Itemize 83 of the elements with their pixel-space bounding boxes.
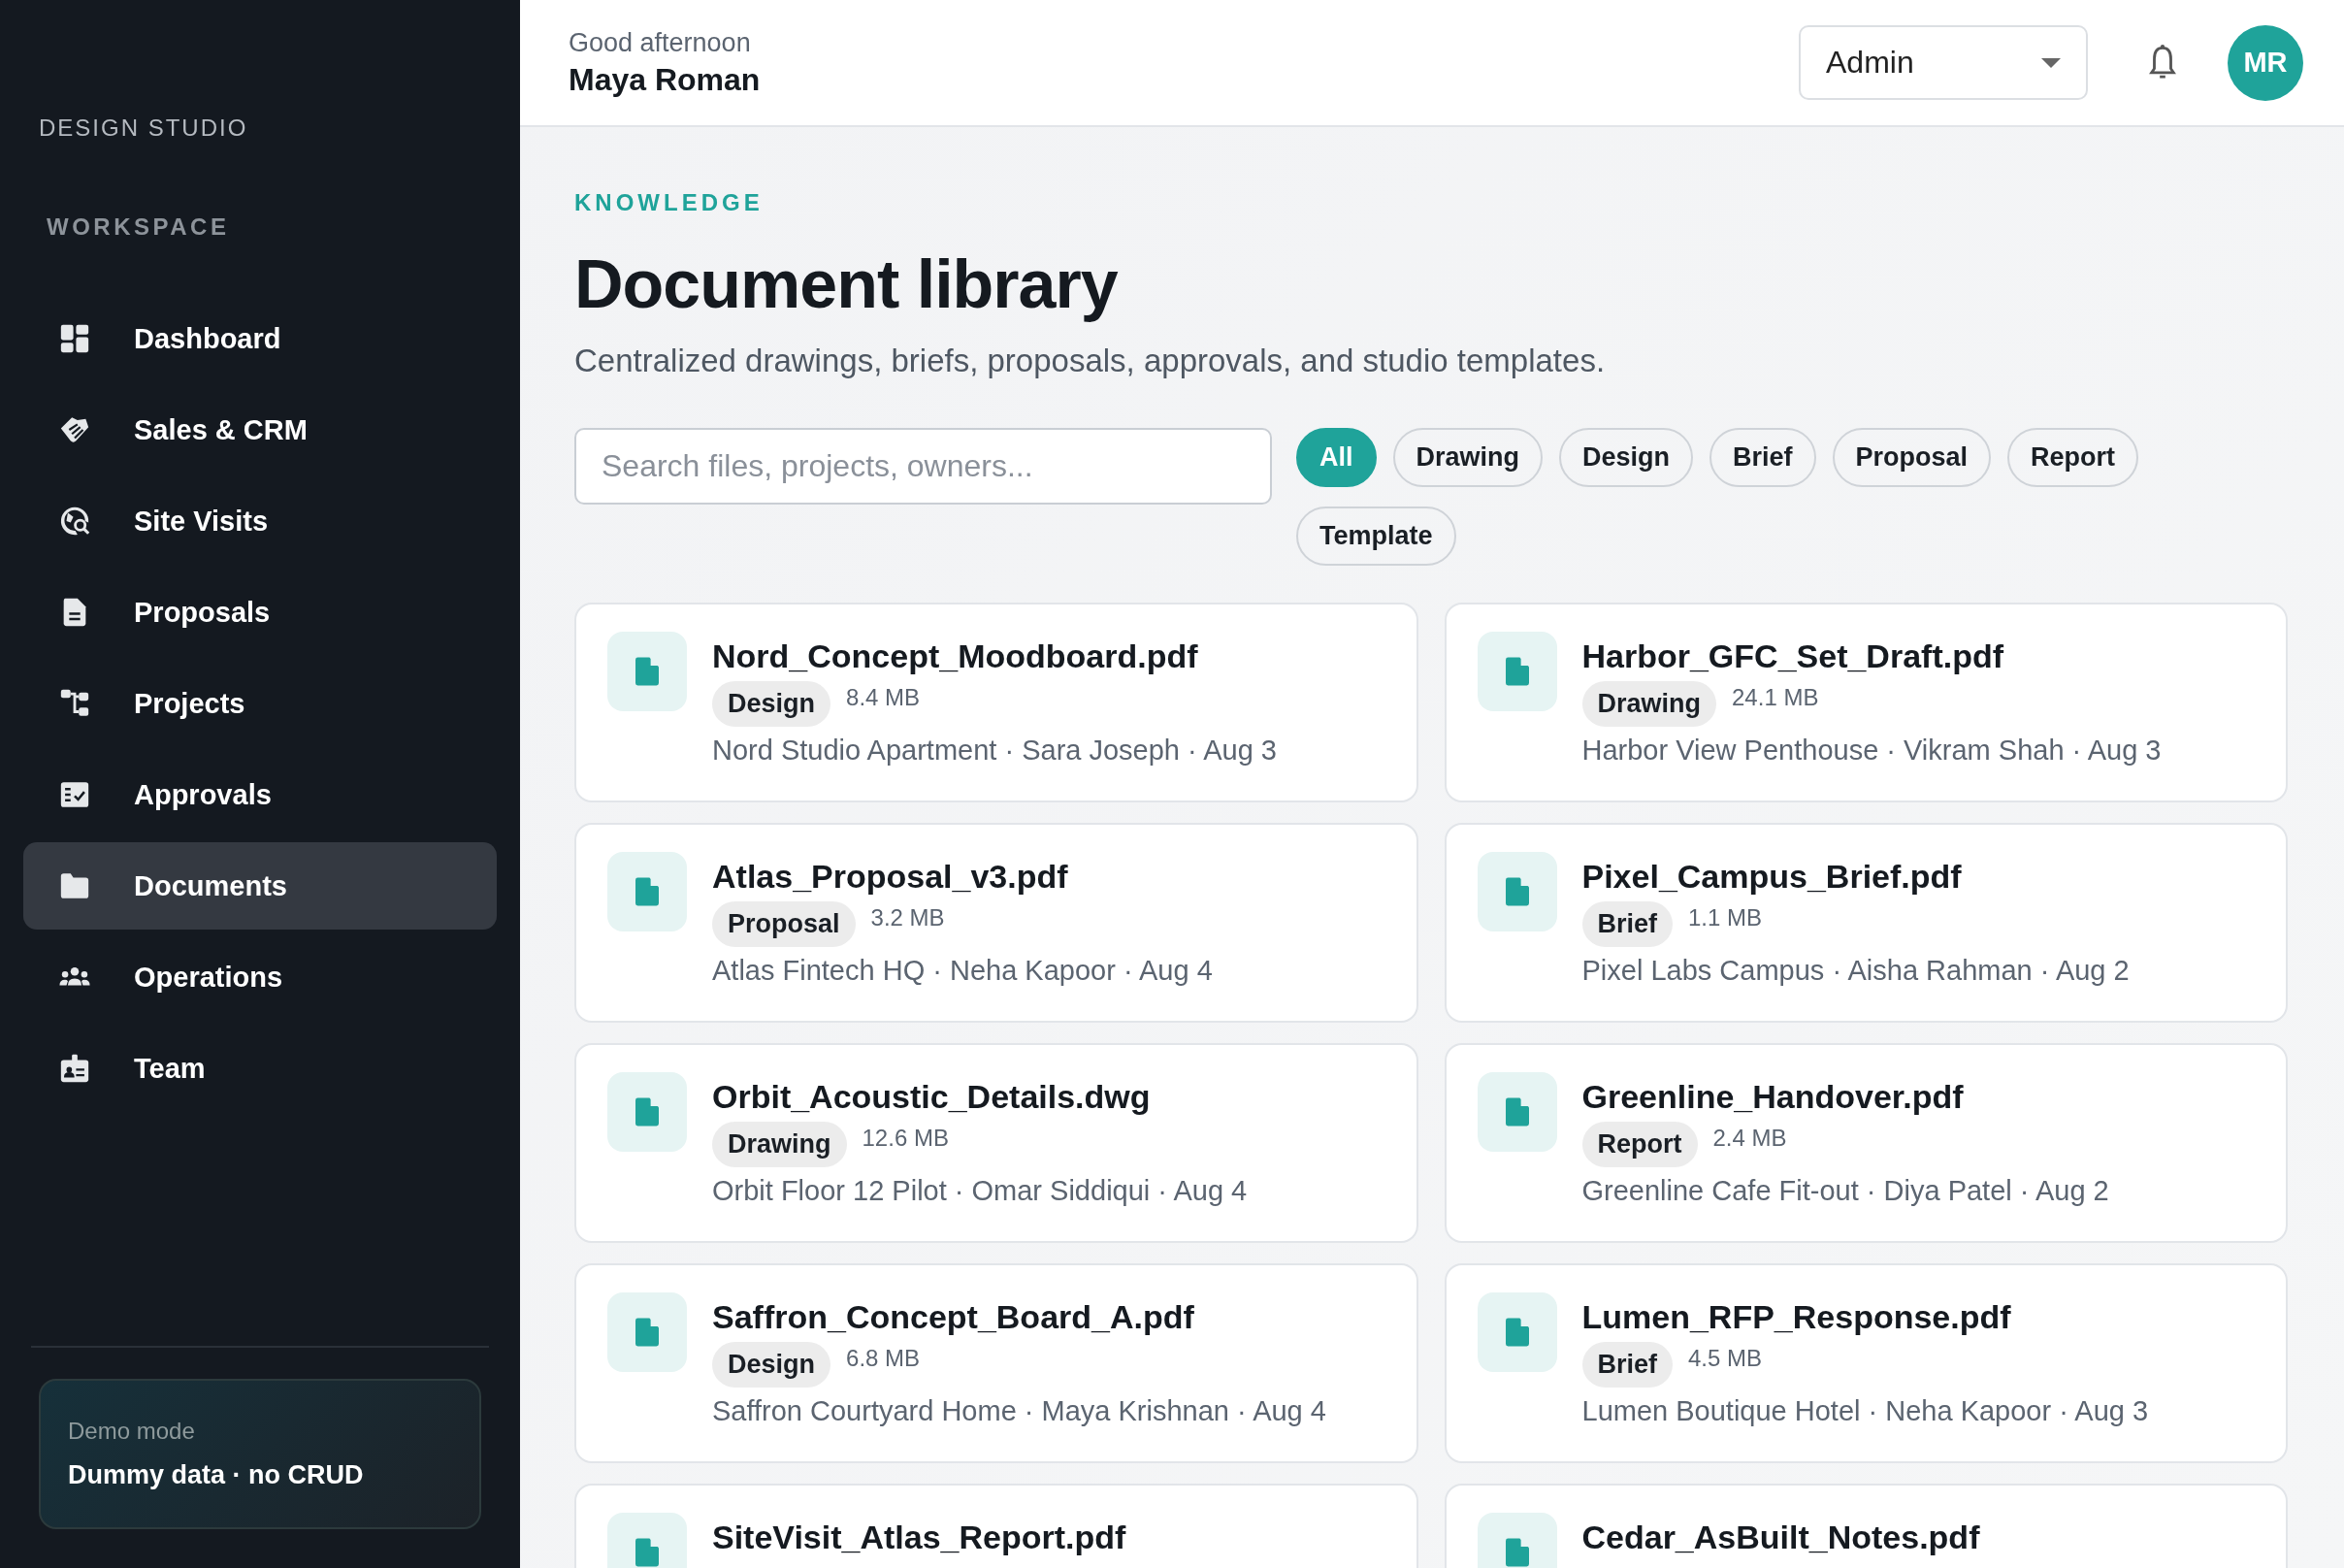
document-meta: Harbor View Penthouse · Vikram Shah · Aug 3 — [1581, 735, 2162, 767]
globe-search-icon — [58, 505, 91, 538]
nav-item[interactable]: Dashboard — [23, 295, 497, 382]
dashboard-icon — [58, 322, 91, 355]
file-size: 8.4 MB — [846, 683, 921, 711]
file-size: 1.1 MB — [1688, 903, 1763, 931]
file-size: 2.4 MB — [1712, 1124, 1787, 1152]
file-icon — [1477, 1513, 1557, 1568]
file-size: 3.2 MB — [870, 903, 945, 931]
document-card[interactable]: Saffron_Concept_Board_A.pdf Design 6.8 MB Saffron Courtyard Home · Maya Krishnan · Aug 4 — [574, 1263, 1418, 1463]
category-tag: Proposal — [712, 901, 856, 947]
document-meta: Pixel Labs Campus · Aisha Rahman · Aug 2 — [1581, 955, 2130, 987]
nav-item[interactable]: Documents — [23, 842, 497, 930]
document-meta: Saffron Courtyard Home · Maya Krishnan · Aug 4 — [712, 1395, 1326, 1427]
document-name: Nord_Concept_Moodboard.pdf — [712, 637, 1199, 675]
document-name: Pixel_Campus_Brief.pdf — [1581, 858, 1963, 896]
section-eyebrow: KNOWLEDGE — [574, 189, 765, 216]
file-size: 12.6 MB — [862, 1124, 949, 1152]
nav-item[interactable]: Operations — [23, 933, 497, 1021]
document-name: Orbit_Acoustic_Details.dwg — [712, 1078, 1152, 1116]
document-card[interactable]: Orbit_Acoustic_Details.dwg Drawing 12.6 MB Orbit Floor 12 Pilot · Omar Siddiqui · Aug 4 — [574, 1043, 1418, 1243]
document-card[interactable]: Atlas_Proposal_v3.pdf Proposal 3.2 MB Atlas Fintech HQ · Neha Kapoor · Aug 4 — [574, 823, 1418, 1023]
filter-chip[interactable]: Proposal — [1832, 428, 1992, 487]
filter-chip[interactable]: Brief — [1709, 428, 1816, 487]
file-size: 4.5 MB — [1688, 1344, 1763, 1372]
category-tag: Brief — [1581, 901, 1673, 947]
category-tag: Brief — [1581, 1342, 1673, 1388]
document-card[interactable]: Harbor_GFC_Set_Draft.pdf Drawing 24.1 MB Harbor View Penthouse · Vikram Shah · Aug 3 — [1444, 603, 2288, 802]
file-icon — [1477, 852, 1557, 931]
role-select[interactable]: Admin — [1799, 25, 2088, 100]
category-tag: Report — [1581, 1122, 1698, 1167]
category-tag: Drawing — [1581, 681, 1716, 727]
nav-item[interactable]: Proposals — [23, 569, 497, 656]
document-name: Saffron_Concept_Board_A.pdf — [712, 1298, 1195, 1336]
document-meta: Greenline Cafe Fit-out · Diya Patel · Aug 2 — [1581, 1175, 2109, 1207]
filter-chip[interactable]: Template — [1296, 506, 1456, 566]
category-tag: Design — [712, 1342, 831, 1388]
filter-chip[interactable]: Design — [1559, 428, 1694, 487]
filter-chip[interactable]: Drawing — [1392, 428, 1544, 487]
search-field[interactable]: Search files, projects, owners... — [574, 428, 1272, 505]
file-icon — [1477, 632, 1557, 711]
file-icon — [607, 1292, 687, 1372]
document-card[interactable]: SiteVisit_Atlas_Report.pdf — [574, 1484, 1418, 1568]
category-tag: Design — [712, 681, 831, 727]
file-icon — [607, 852, 687, 931]
demo-label: Demo mode — [68, 1418, 196, 1445]
file-size: 24.1 MB — [1732, 683, 1819, 711]
greeting: Good afternoon — [569, 27, 752, 58]
document-name: Harbor_GFC_Set_Draft.pdf — [1581, 637, 2004, 675]
document-name: SiteVisit_Atlas_Report.pdf — [712, 1519, 1126, 1556]
document-card[interactable]: Lumen_RFP_Response.pdf Brief 4.5 MB Lumen Boutique Hotel · Neha Kapoor · Aug 3 — [1444, 1263, 2288, 1463]
nav-item[interactable]: Team — [23, 1025, 497, 1112]
file-icon — [1477, 1072, 1557, 1152]
page-subtitle: Centralized drawings, briefs, proposals, approvals, and studio templates. — [574, 343, 1607, 379]
document-card[interactable]: Cedar_AsBuilt_Notes.pdf — [1444, 1484, 2288, 1568]
category-tag: Drawing — [712, 1122, 847, 1167]
document-meta: Lumen Boutique Hotel · Neha Kapoor · Aug 3 — [1581, 1395, 2149, 1427]
file-icon — [607, 1072, 687, 1152]
section-label: WORKSPACE — [46, 213, 231, 241]
nav-item[interactable]: Projects — [23, 660, 497, 747]
page-title: Document library — [574, 245, 1119, 323]
document-name: Cedar_AsBuilt_Notes.pdf — [1581, 1519, 1980, 1556]
document-card[interactable]: Pixel_Campus_Brief.pdf Brief 1.1 MB Pixel Labs Campus · Aisha Rahman · Aug 2 — [1444, 823, 2288, 1023]
document-meta: Atlas Fintech HQ · Neha Kapoor · Aug 4 — [712, 955, 1213, 987]
brand-name: DESIGN STUDIO — [38, 114, 249, 142]
document-name: Lumen_RFP_Response.pdf — [1581, 1298, 2012, 1336]
caret-icon — [2041, 57, 2061, 68]
user-name: Maya Roman — [569, 61, 762, 98]
document-name: Greenline_Handover.pdf — [1581, 1078, 1965, 1116]
filter-chip[interactable]: Report — [2007, 428, 2139, 487]
file-size: 6.8 MB — [846, 1344, 921, 1372]
nav-item[interactable]: Sales & CRM — [23, 386, 497, 474]
document-name: Atlas_Proposal_v3.pdf — [712, 858, 1069, 896]
file-icon — [1477, 1292, 1557, 1372]
document-meta: Orbit Floor 12 Pilot · Omar Siddiqui · Aug 4 — [712, 1175, 1248, 1207]
document-meta: Nord Studio Apartment · Sara Joseph · Aug 3 — [712, 735, 1277, 767]
demo-text: Dummy data · no CRUD — [68, 1460, 365, 1490]
document-card[interactable]: Greenline_Handover.pdf Report 2.4 MB Greenline Cafe Fit-out · Diya Patel · Aug 2 — [1444, 1043, 2288, 1243]
file-icon — [607, 632, 687, 711]
nav-item[interactable]: Site Visits — [23, 477, 497, 565]
id-badge-icon — [58, 1052, 91, 1085]
document-card[interactable]: Nord_Concept_Moodboard.pdf Design 8.4 MB Nord Studio Apartment · Sara Joseph · Aug 3 — [574, 603, 1418, 802]
nav-item[interactable]: Approvals — [23, 751, 497, 838]
